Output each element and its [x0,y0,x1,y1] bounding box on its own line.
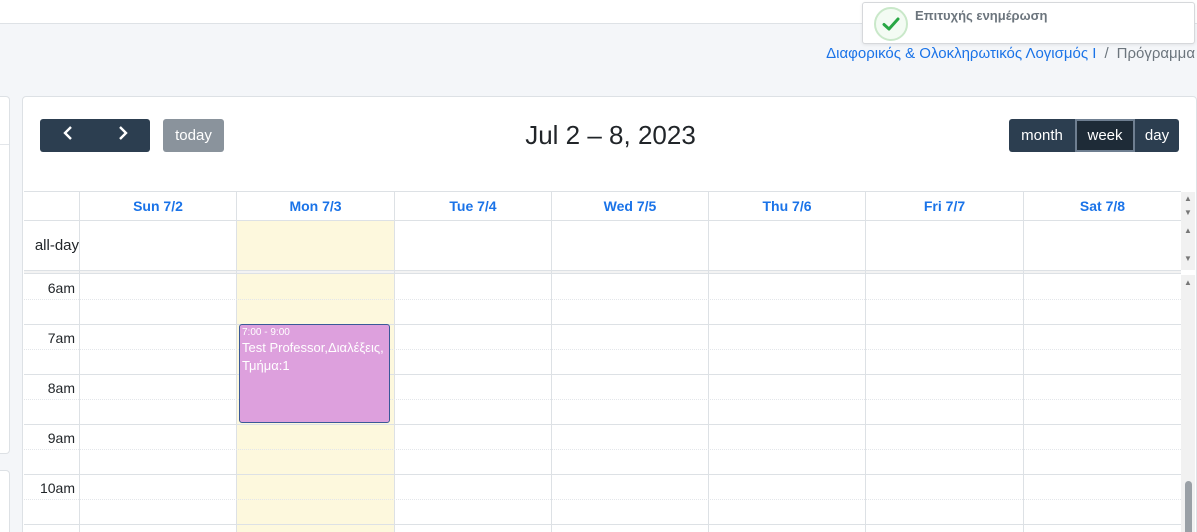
scroll-thumb[interactable] [1185,481,1192,532]
event-title: Test Professor,Διαλέξεις, Τμήμα:1 [242,340,384,373]
day-header[interactable]: Sat 7/8 [1023,192,1181,221]
allday-scrollbar[interactable]: ▲ ▼ ▲ ▼ [1181,192,1195,270]
breadcrumb-current: Πρόγραμμα [1116,45,1195,62]
calendar-event[interactable]: 7:00 - 9:00 Test Professor,Διαλέξεις, Τμ… [239,324,390,423]
side-panel [0,96,10,454]
breadcrumb-separator: / [1104,45,1109,62]
day-header[interactable]: Thu 7/6 [708,192,865,221]
day-header-row: Sun 7/2 Mon 7/3 Tue 7/4 Wed 7/5 Thu 7/6 … [24,191,1181,221]
breadcrumb: Διαφορικός & Ολοκληρωτικός Λογισμός Ι / Πρ… [826,45,1195,62]
scroll-up-icon: ▲ [1184,194,1192,203]
time-grid-scrollbar[interactable]: ▲ [1181,275,1195,532]
scroll-up-icon: ▲ [1184,226,1192,235]
check-icon [874,7,908,41]
all-day-divider [24,270,1181,274]
time-label: 6am [47,280,75,296]
all-day-label: all-day [34,237,79,254]
side-panel-lower [0,470,10,532]
week-view-button[interactable]: week [1075,119,1135,152]
time-label: 8am [47,380,75,396]
scroll-down-icon: ▼ [1184,254,1192,263]
success-notification[interactable]: Επιτυχής ενημέρωση [862,2,1195,44]
breadcrumb-course-link[interactable]: Διαφορικός & Ολοκληρωτικός Λογισμός Ι [826,45,1096,62]
month-view-button[interactable]: month [1009,119,1075,152]
day-header[interactable]: Sun 7/2 [79,192,236,221]
scroll-down-icon: ▼ [1184,208,1192,217]
scroll-up-icon: ▲ [1184,278,1192,287]
notification-message: Επιτυχής ενημέρωση [915,8,1048,23]
view-button-group: month week day [1009,119,1179,152]
day-header[interactable]: Tue 7/4 [394,192,551,221]
time-label: 7am [47,330,75,346]
day-header[interactable]: Wed 7/5 [551,192,708,221]
week-grid: Sun 7/2 Mon 7/3 Tue 7/4 Wed 7/5 Thu 7/6 … [24,191,1181,532]
day-view-button[interactable]: day [1135,119,1179,152]
day-header[interactable]: Mon 7/3 [236,192,394,221]
day-header[interactable]: Fri 7/7 [865,192,1023,221]
event-time: 7:00 - 9:00 [242,327,290,338]
all-day-row: all-day [24,221,1181,271]
calendar-card: today Jul 2 – 8, 2023 month week day Sun… [22,96,1197,532]
time-label: 9am [47,430,75,446]
time-label: 10am [39,480,75,496]
